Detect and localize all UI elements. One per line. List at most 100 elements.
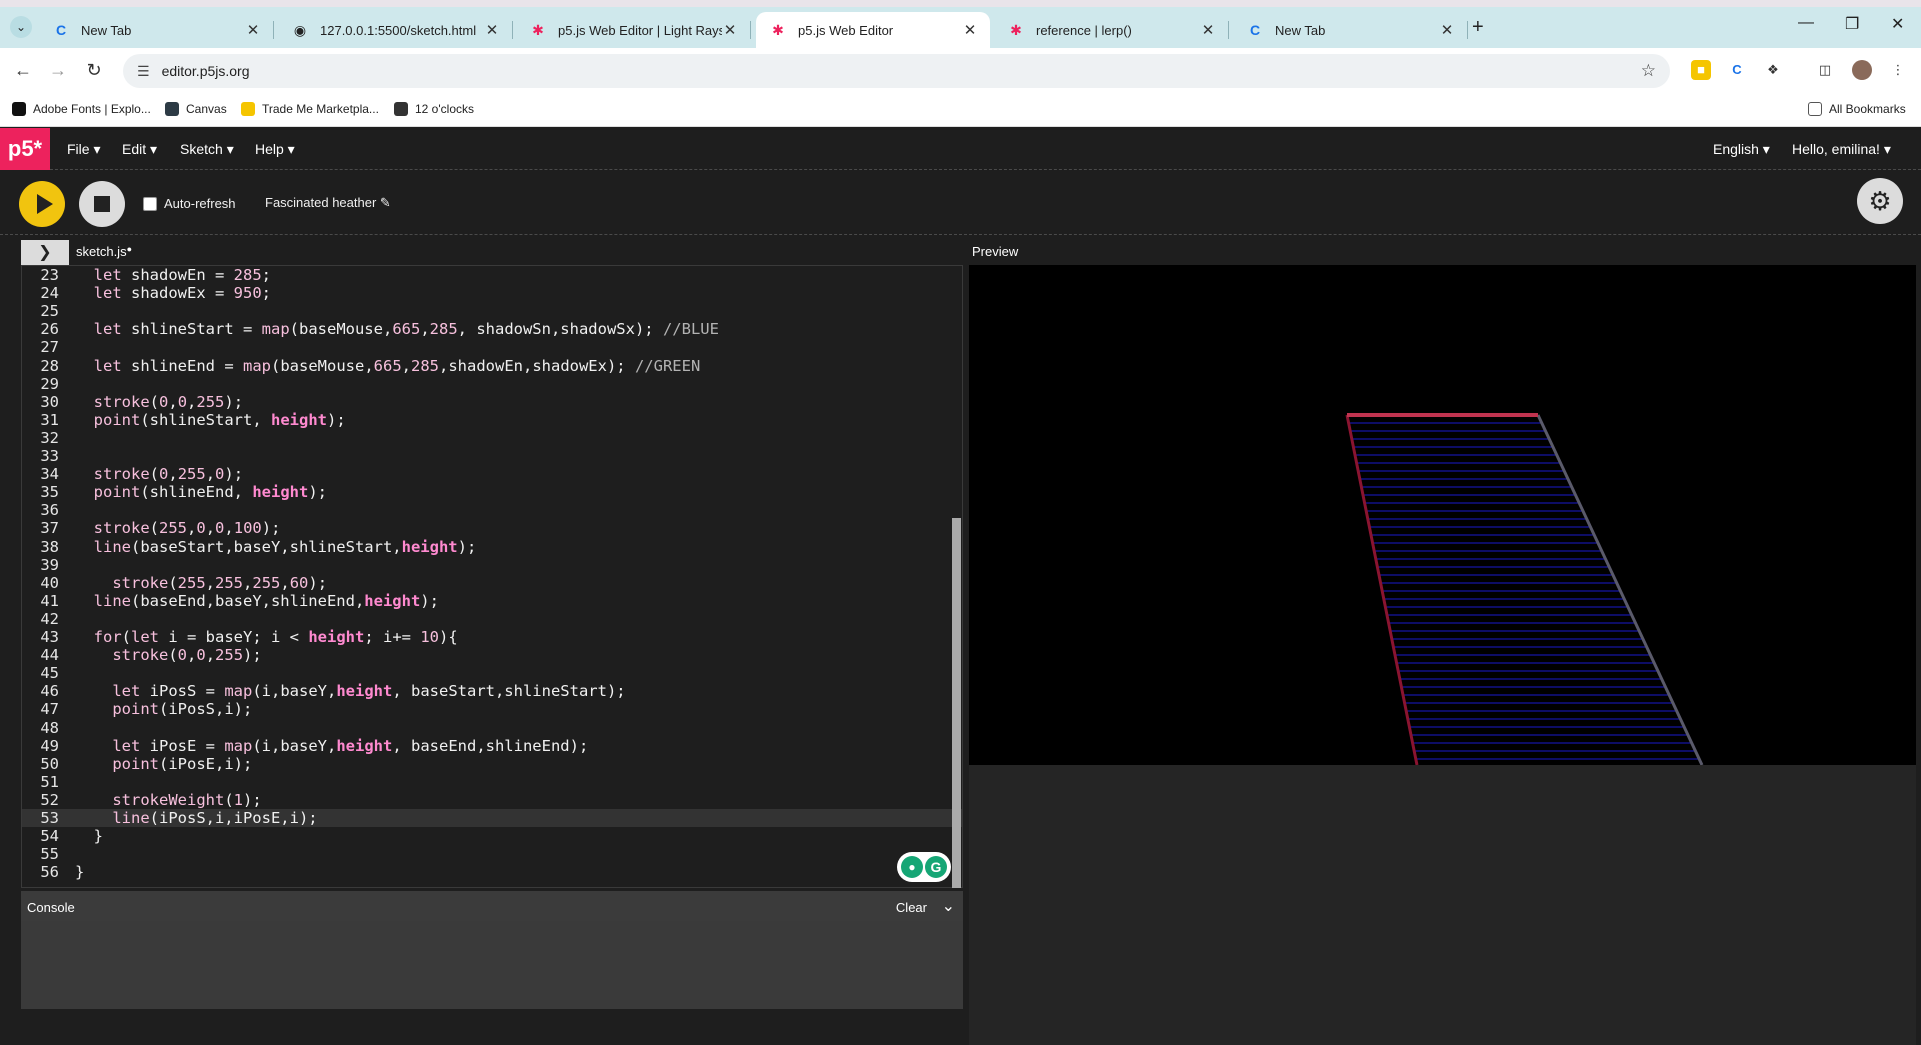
code-line[interactable]: 26 let shlineStart = map(baseMouse,665,2… — [22, 320, 962, 338]
code-line[interactable]: 35 point(shlineEnd, height); — [22, 483, 962, 501]
browser-tab[interactable]: C New Tab ✕ — [39, 12, 274, 48]
code-line[interactable]: 24 let shadowEx = 950; — [22, 284, 962, 302]
file-tab-sketch[interactable]: sketch.js● — [76, 244, 132, 259]
code-line[interactable]: 23 let shadowEn = 285; — [22, 266, 962, 284]
tab-title: New Tab — [81, 22, 132, 38]
code-line[interactable]: 42 — [22, 610, 962, 628]
lightbulb-icon[interactable]: ● — [901, 856, 923, 878]
code-line[interactable]: 25 — [22, 302, 962, 320]
play-button[interactable] — [19, 181, 65, 227]
close-tab-icon[interactable]: ✕ — [962, 21, 978, 39]
new-tab-plus-icon[interactable]: + — [1472, 16, 1484, 39]
settings-gear-icon[interactable]: ⚙ — [1857, 178, 1903, 224]
code-line[interactable]: 44 stroke(0,0,255); — [22, 646, 962, 665]
code-line[interactable]: 32 — [22, 429, 962, 447]
browser-menu-icon[interactable]: ⋮ — [1888, 60, 1908, 80]
editor-scrollbar[interactable] — [952, 518, 961, 888]
code-line[interactable]: 51 — [22, 773, 962, 791]
code-line[interactable]: 39 — [22, 556, 962, 574]
code-line[interactable]: 37 stroke(255,0,0,100); — [22, 519, 962, 538]
close-tab-icon[interactable]: ✕ — [722, 21, 738, 39]
reload-icon[interactable]: ↻ — [83, 60, 105, 81]
code-line[interactable]: 34 stroke(0,255,0); — [22, 465, 962, 483]
browser-tab[interactable]: ◉ 127.0.0.1:5500/sketch.html ✕ — [278, 12, 513, 48]
code-line[interactable]: 48 — [22, 719, 962, 737]
code-text: point(shlineStart, height); — [93, 410, 346, 429]
close-tab-icon[interactable]: ✕ — [484, 21, 500, 39]
menu-help[interactable]: Help ▾ — [255, 141, 295, 158]
p5-editor-nav: p5* File ▾ Edit ▾ Sketch ▾ Help ▾ Englis… — [0, 128, 1921, 170]
bookmark-item[interactable]: Canvas — [165, 102, 227, 116]
code-line[interactable]: 36 — [22, 501, 962, 519]
auto-refresh-checkbox[interactable] — [143, 197, 157, 211]
extension-c-icon[interactable]: C — [1727, 60, 1747, 80]
grammarly-widget[interactable]: ● G — [897, 852, 951, 882]
bookmark-item[interactable]: Trade Me Marketpla... — [241, 102, 379, 116]
code-line[interactable]: 40 stroke(255,255,255,60); — [22, 574, 962, 592]
tab-search-chevron-icon[interactable]: ⌄ — [10, 16, 32, 38]
user-menu[interactable]: Hello, emilina! ▾ — [1792, 141, 1891, 158]
all-bookmarks[interactable]: All Bookmarks — [1808, 102, 1906, 116]
code-editor[interactable]: 23 let shadowEn = 285; 24 let shadowEx = … — [21, 265, 963, 888]
browser-tab[interactable]: ✱ p5.js Web Editor | Light Rays Le✕ — [516, 12, 751, 48]
code-line[interactable]: 38 line(baseStart,baseY,shlineStart,heig… — [22, 538, 962, 556]
line-number: 53 — [40, 809, 59, 827]
sidebar-toggle-chevron-icon[interactable]: ❯ — [21, 240, 69, 265]
code-line[interactable]: 33 — [22, 447, 962, 465]
menu-file[interactable]: File ▾ — [67, 141, 100, 158]
menu-edit[interactable]: Edit ▾ — [122, 141, 157, 158]
close-tab-icon[interactable]: ✕ — [1439, 21, 1455, 39]
code-line[interactable]: 31 point(shlineStart, height); — [22, 410, 962, 429]
p5-logo[interactable]: p5* — [0, 128, 50, 170]
console-clear-button[interactable]: Clear — [896, 900, 927, 915]
sketch-name[interactable]: Fascinated heather ✎ — [265, 195, 391, 211]
minimize-icon[interactable]: — — [1798, 14, 1814, 32]
language-menu[interactable]: English ▾ — [1713, 141, 1770, 158]
grammarly-g-icon[interactable]: G — [925, 856, 947, 878]
code-line[interactable]: 47 point(iPosS,i); — [22, 700, 962, 718]
console-collapse-chevron-icon[interactable]: ⌄ — [942, 896, 955, 916]
menu-sketch[interactable]: Sketch ▾ — [180, 141, 234, 158]
code-line[interactable]: 49 let iPosE = map(i,baseY,height, baseE… — [22, 737, 962, 755]
code-text: stroke(0,0,255); — [112, 646, 262, 665]
code-line[interactable]: 43 for(let i = baseY; i < height; i+= 10… — [22, 628, 962, 646]
code-line[interactable]: 28 let shlineEnd = map(baseMouse,665,285… — [22, 357, 962, 375]
bookmark-item[interactable]: 12 o'clocks — [394, 102, 474, 116]
code-line[interactable]: 27 — [22, 338, 962, 356]
back-arrow-icon[interactable]: ← — [12, 60, 34, 81]
code-line[interactable]: 30 stroke(0,0,255); — [22, 393, 962, 411]
preview-canvas[interactable] — [969, 265, 1916, 766]
code-line[interactable]: 29 — [22, 375, 962, 393]
code-line[interactable]: 46 let iPosS = map(i,baseY,height, baseS… — [22, 682, 962, 700]
extension-icon[interactable]: ■ — [1691, 60, 1711, 80]
puzzle-extensions-icon[interactable]: ❖ — [1763, 60, 1783, 80]
code-line[interactable]: 41 line(baseEnd,baseY,shlineEnd,height); — [22, 592, 962, 610]
close-tab-icon[interactable]: ✕ — [1200, 21, 1216, 39]
side-panel-icon[interactable]: ◫ — [1815, 60, 1835, 80]
language-label: English — [1713, 141, 1759, 157]
profile-avatar[interactable] — [1852, 60, 1872, 80]
bookmark-item[interactable]: Adobe Fonts | Explo... — [12, 102, 151, 116]
bookmark-favicon-icon — [165, 102, 179, 116]
browser-tab[interactable]: ✱ reference | lerp() ✕ — [994, 12, 1229, 48]
browser-tab[interactable]: ✱ p5.js Web Editor ✕ — [756, 12, 990, 48]
line-number: 37 — [40, 519, 59, 538]
pencil-icon[interactable]: ✎ — [380, 195, 391, 210]
browser-tab[interactable]: C New Tab ✕ — [1233, 12, 1468, 48]
site-info-icon[interactable]: ☰ — [137, 63, 150, 80]
console-title: Console — [27, 900, 75, 915]
close-tab-icon[interactable]: ✕ — [245, 21, 261, 39]
code-line[interactable]: 52 strokeWeight(1); — [22, 791, 962, 809]
close-window-icon[interactable]: ✕ — [1891, 14, 1904, 34]
stop-button[interactable] — [79, 181, 125, 227]
code-line[interactable]: 50 point(iPosE,i); — [22, 755, 962, 773]
bookmark-star-icon[interactable]: ☆ — [1641, 61, 1656, 81]
restore-icon[interactable]: ❐ — [1845, 14, 1859, 34]
code-line[interactable]: 55 — [22, 845, 962, 863]
code-line[interactable]: 53 line(iPosS,i,iPosE,i); — [22, 809, 962, 827]
address-bar[interactable]: ☰ editor.p5js.org ☆ — [123, 54, 1670, 88]
code-line[interactable]: 56} — [22, 863, 962, 881]
forward-arrow-icon[interactable]: → — [47, 60, 69, 81]
code-line[interactable]: 45 — [22, 664, 962, 682]
code-line[interactable]: 54 } — [22, 827, 962, 845]
